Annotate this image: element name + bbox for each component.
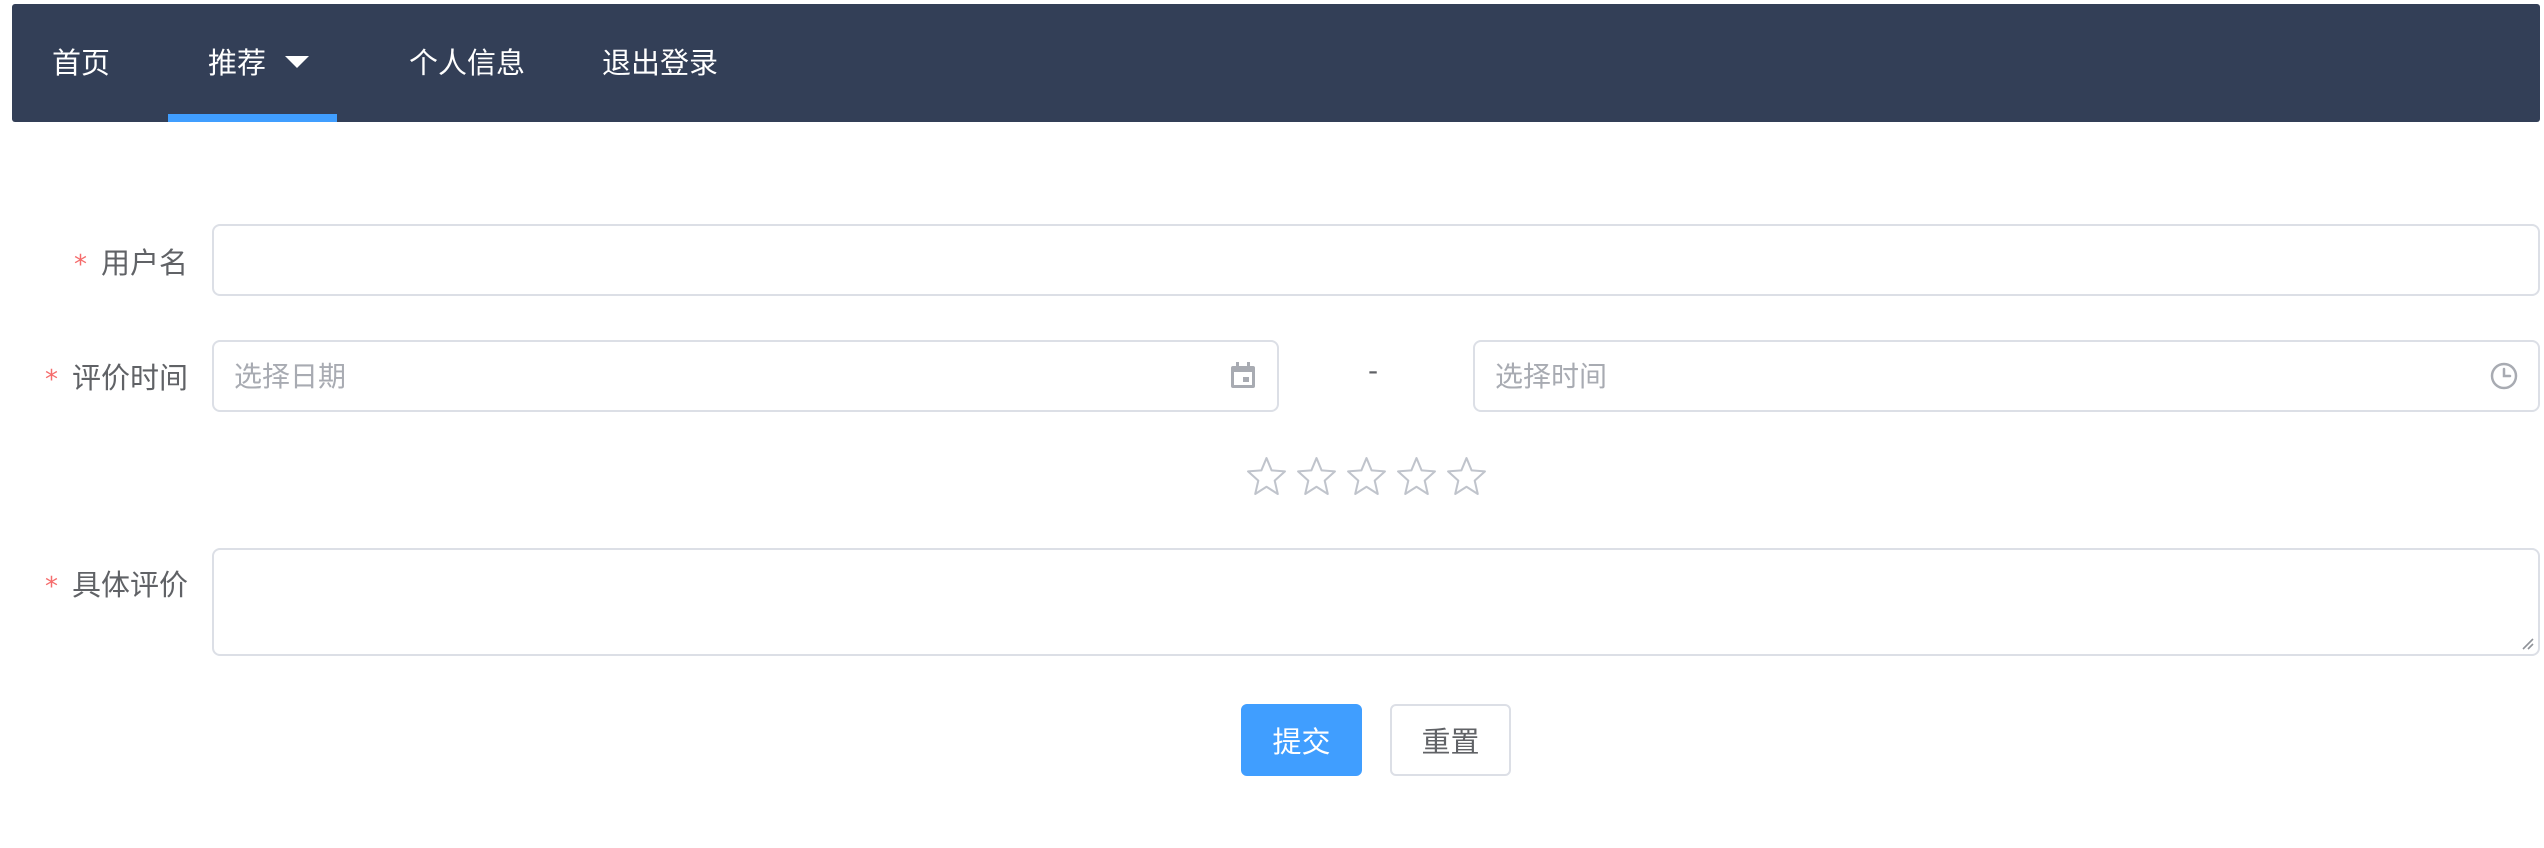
required-mark: * xyxy=(73,250,87,280)
rating[interactable] xyxy=(1246,455,1487,505)
star-icon[interactable] xyxy=(1396,455,1437,496)
review-detail-field xyxy=(212,548,2540,656)
nav-item-recommend[interactable]: 推荐 xyxy=(168,4,337,122)
calendar-icon xyxy=(1231,362,1255,388)
nav-item-home[interactable]: 首页 xyxy=(52,4,110,122)
nav-item-logout[interactable]: 退出登录 xyxy=(602,4,718,122)
review-time-label-text: 评价时间 xyxy=(71,361,188,395)
star-icon[interactable] xyxy=(1446,455,1487,496)
time-picker[interactable] xyxy=(1473,340,2540,412)
star-icon[interactable] xyxy=(1246,455,1287,496)
page: 首页 推荐 个人信息 退出登录 * 用户名 * 评价时间 - xyxy=(0,0,2544,848)
nav-item-recommend-label: 推荐 xyxy=(208,46,267,80)
reset-button[interactable]: 重置 xyxy=(1390,704,1511,776)
star-icon[interactable] xyxy=(1296,455,1337,496)
resize-handle-icon[interactable] xyxy=(2518,634,2534,650)
required-mark: * xyxy=(44,365,58,395)
star-icon[interactable] xyxy=(1346,455,1387,496)
nav-item-profile[interactable]: 个人信息 xyxy=(409,4,525,122)
required-mark: * xyxy=(44,572,58,602)
active-indicator xyxy=(168,114,337,122)
caret-down-icon xyxy=(285,56,309,68)
username-label: * 用户名 xyxy=(74,240,188,282)
range-separator: - xyxy=(1368,354,1379,387)
clock-icon xyxy=(2490,362,2518,390)
date-input[interactable] xyxy=(212,340,1279,412)
review-detail-textarea[interactable] xyxy=(212,548,2540,656)
review-detail-label-text: 具体评价 xyxy=(71,568,188,602)
review-time-label: * 评价时间 xyxy=(45,355,188,397)
submit-button[interactable]: 提交 xyxy=(1241,704,1362,776)
time-input[interactable] xyxy=(1473,340,2540,412)
review-detail-label: * 具体评价 xyxy=(45,562,188,604)
top-navbar: 首页 推荐 个人信息 退出登录 xyxy=(12,4,2540,122)
username-input[interactable] xyxy=(212,224,2540,296)
username-label-text: 用户名 xyxy=(100,246,188,280)
date-picker[interactable] xyxy=(212,340,1279,412)
